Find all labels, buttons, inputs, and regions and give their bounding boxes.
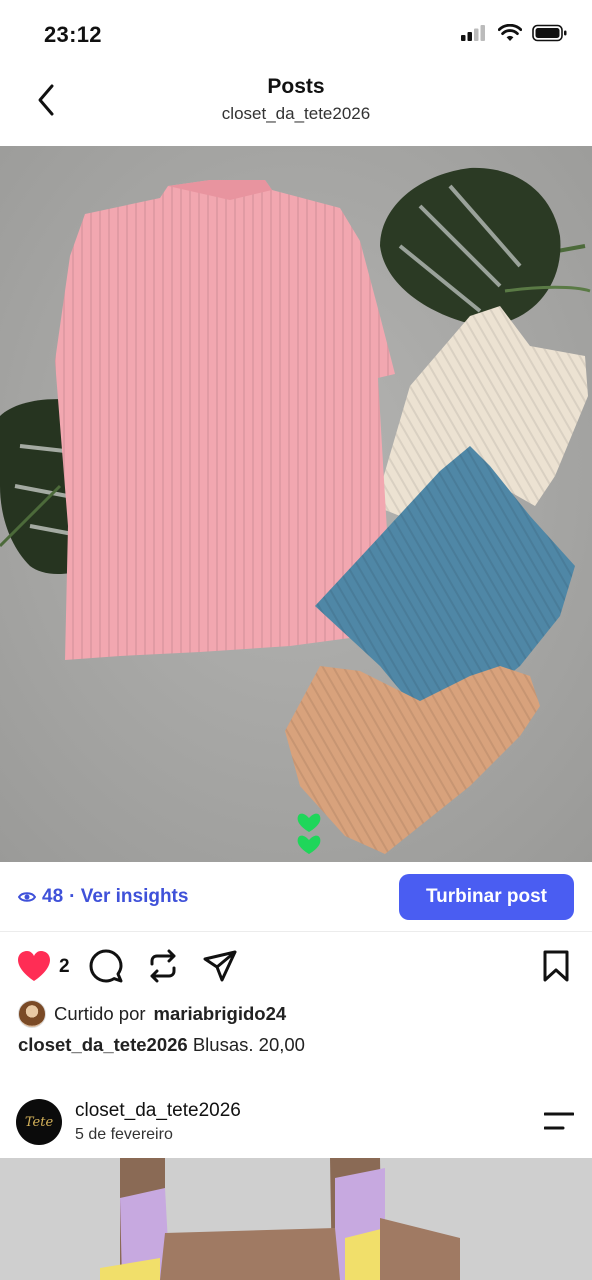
- nav-header: Posts closet_da_tete2026: [0, 62, 592, 146]
- like-count: 2: [59, 956, 70, 977]
- repost-icon: [150, 949, 176, 983]
- send-icon: [203, 950, 237, 982]
- caption-username[interactable]: closet_da_tete2026: [18, 1034, 188, 1055]
- post-image[interactable]: [0, 146, 592, 862]
- status-time: 23:12: [44, 22, 102, 47]
- share-button[interactable]: [203, 949, 237, 988]
- heart-filled-icon: [18, 951, 50, 981]
- insights-row: 48 · Ver insights Turbinar post: [0, 862, 592, 932]
- avatar-logo-text: Tete: [24, 1114, 54, 1130]
- comment-button[interactable]: [89, 949, 123, 988]
- status-icons: [460, 24, 568, 42]
- next-post-header: Tete closet_da_tete2026 5 de fevereiro: [0, 1094, 592, 1154]
- more-options-button[interactable]: [543, 1110, 575, 1132]
- comment-icon: [89, 949, 123, 983]
- page-title: Posts: [267, 75, 325, 98]
- liked-by-row[interactable]: Curtido por mariabrigido24: [18, 1000, 286, 1028]
- eye-icon: [18, 892, 36, 902]
- wifi-icon: [498, 24, 522, 41]
- profile-avatar[interactable]: Tete: [16, 1099, 62, 1145]
- next-post-date: 5 de fevereiro: [75, 1126, 173, 1143]
- like-button[interactable]: [16, 949, 52, 988]
- cellular-signal-icon: [461, 25, 485, 41]
- avatar: [18, 1000, 46, 1028]
- repost-button[interactable]: [146, 949, 180, 988]
- boost-post-button[interactable]: Turbinar post: [399, 874, 574, 920]
- post-caption: closet_da_tete2026 Blusas. 20,00: [18, 1034, 305, 1056]
- next-post-username[interactable]: closet_da_tete2026: [75, 1100, 241, 1122]
- bookmark-icon: [543, 950, 569, 982]
- menu-icon: [543, 1112, 575, 1130]
- page-subtitle: closet_da_tete2026: [221, 104, 371, 123]
- views-count: 48: [42, 886, 64, 907]
- save-button[interactable]: [541, 949, 571, 988]
- liked-by-prefix: Curtido por: [54, 1003, 146, 1024]
- caption-text: Blusas. 20,00: [192, 1034, 305, 1055]
- post-actions: 2: [0, 944, 592, 992]
- next-post-image[interactable]: [0, 1158, 592, 1280]
- insights-label: · Ver insights: [69, 886, 189, 907]
- battery-icon: [532, 24, 567, 42]
- status-bar: 23:12: [0, 0, 592, 62]
- liked-by-user[interactable]: mariabrigido24: [154, 1003, 287, 1025]
- view-insights-link[interactable]: 48 · Ver insights: [18, 886, 188, 908]
